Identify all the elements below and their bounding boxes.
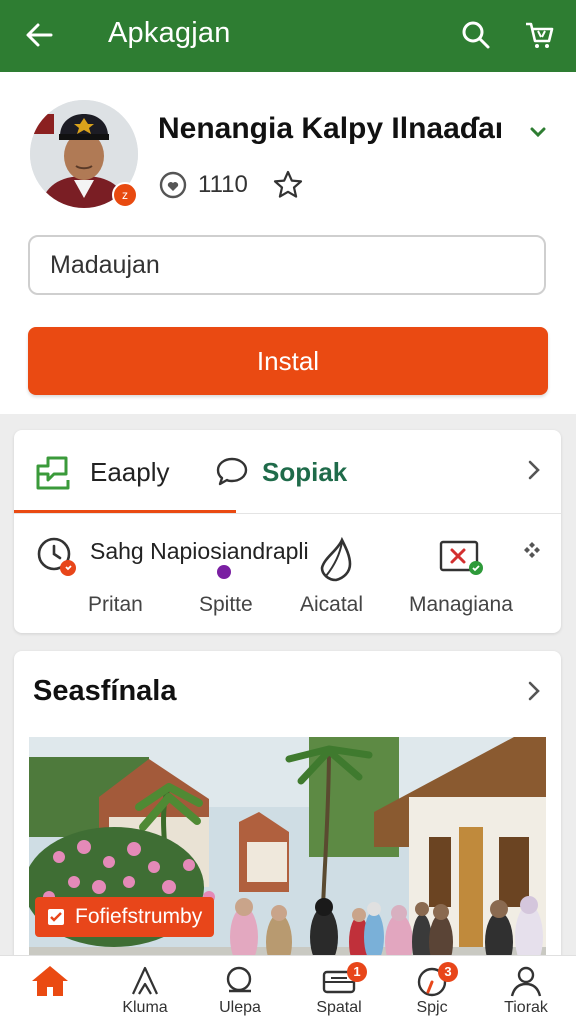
name-input-field[interactable] bbox=[28, 235, 546, 295]
chevron-down-icon[interactable] bbox=[528, 122, 548, 142]
tabs-card: Eaaply Sopiak Sahg Napiosiandrapli Prita… bbox=[14, 430, 561, 633]
checkbox-icon bbox=[48, 909, 64, 925]
nav-tiorak-label: Tiorak bbox=[504, 999, 548, 1016]
chevron-right-icon[interactable] bbox=[524, 679, 544, 703]
nav-spjc[interactable]: 3 Spjc bbox=[384, 956, 480, 1025]
sub-item-label-pritan: Pritan bbox=[88, 593, 143, 616]
tab-eaaply[interactable]: Eaaply bbox=[34, 444, 170, 500]
clock-icon bbox=[37, 537, 76, 576]
nav-ulepa-label: Ulepa bbox=[219, 999, 261, 1016]
tab-sopiak-label: Sopiak bbox=[262, 456, 348, 487]
profile-stats: 1110 bbox=[158, 168, 304, 202]
nav-ulepa[interactable]: Ulepa bbox=[192, 956, 288, 1025]
section-top-label: Sahg Napiosiandrapli bbox=[90, 538, 309, 564]
box-x-icon[interactable] bbox=[438, 538, 486, 576]
tab-eaaply-label: Eaaply bbox=[90, 456, 170, 487]
back-button[interactable] bbox=[18, 14, 60, 56]
nav-spatal-label: Spatal bbox=[316, 999, 362, 1016]
profile-name: Nenangia Kalpy Ilnaaɗaı bbox=[158, 112, 504, 145]
search-icon bbox=[226, 966, 252, 993]
tent-icon bbox=[132, 966, 158, 995]
app-bar: Apkagjan bbox=[0, 0, 576, 72]
chevron-right-icon[interactable] bbox=[524, 458, 544, 482]
bottom-navigation: Kluma Ulepa 1 Spatal 3 Spjc Tiorak bbox=[0, 955, 576, 1025]
home-icon bbox=[32, 966, 68, 996]
arrow-left-icon bbox=[26, 23, 53, 47]
clock-item[interactable] bbox=[36, 536, 80, 585]
profile-header: z Nenangia Kalpy Ilnaaɗaı 1110 Instal bbox=[0, 72, 576, 414]
expand-icon[interactable] bbox=[522, 540, 542, 560]
rating-count: 1110 bbox=[198, 171, 248, 198]
feature-photo[interactable]: Fofiefstrumby bbox=[29, 737, 546, 981]
sub-item-label-aicatal: Aicatal bbox=[300, 593, 364, 616]
search-icon bbox=[462, 21, 490, 49]
leaf-icon[interactable] bbox=[316, 536, 356, 584]
season-card: Seasfínala Fofiefstrumby bbox=[14, 651, 561, 981]
photo-tag-label: Fofiefstrumby bbox=[75, 905, 203, 928]
cart-button[interactable] bbox=[518, 14, 560, 56]
user-icon bbox=[510, 966, 542, 997]
nav-spatal[interactable]: 1 Spatal bbox=[291, 956, 387, 1025]
nav-spjc-badge: 3 bbox=[438, 962, 458, 982]
chat-bubble-icon bbox=[36, 456, 70, 490]
sub-item-label-spitte: Spitte bbox=[199, 593, 253, 616]
nav-kluma[interactable]: Kluma bbox=[97, 956, 193, 1025]
install-button[interactable]: Instal bbox=[28, 327, 548, 395]
tab-divider bbox=[14, 513, 561, 514]
heart-badge-icon bbox=[159, 171, 187, 199]
sub-item-label-managiana: Managiana bbox=[409, 593, 513, 616]
tab-sopiak[interactable]: Sopiak bbox=[214, 444, 347, 500]
speech-bubble-icon bbox=[216, 457, 248, 486]
village-scene-image bbox=[29, 737, 546, 981]
nav-spjc-label: Spjc bbox=[416, 999, 448, 1016]
nav-home[interactable] bbox=[2, 956, 98, 1025]
star-icon[interactable] bbox=[272, 169, 304, 201]
nav-kluma-label: Kluma bbox=[122, 999, 168, 1016]
nav-tiorak[interactable]: Tiorak bbox=[478, 956, 574, 1025]
nav-spatal-badge: 1 bbox=[347, 962, 367, 982]
photo-tag[interactable]: Fofiefstrumby bbox=[35, 897, 215, 937]
dot-icon bbox=[217, 565, 231, 579]
avatar-badge: z bbox=[112, 182, 138, 208]
cart-icon bbox=[526, 22, 554, 48]
section-title: Seasfínala bbox=[33, 675, 177, 707]
app-title: Apkagjan bbox=[108, 17, 231, 49]
search-button[interactable] bbox=[455, 14, 497, 56]
